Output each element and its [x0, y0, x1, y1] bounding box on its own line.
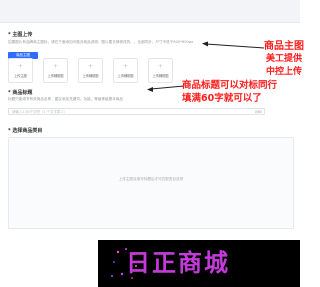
slot-label: 上传辅助图 — [47, 73, 64, 78]
store-logo: 日正商城 — [98, 240, 300, 287]
annotation-main-image-line1: 商品主图 — [264, 41, 304, 52]
slot-label: 上传主图 — [14, 73, 27, 78]
plus-icon: + — [122, 62, 129, 70]
upload-aux-image-slot[interactable]: + 上传辅助图 — [148, 58, 173, 83]
main-image-section-title: * 主图上传 — [8, 32, 33, 38]
plus-icon: + — [157, 62, 164, 70]
product-title-counter: 0/60 — [254, 109, 262, 114]
plus-icon: + — [17, 62, 24, 70]
upload-aux-image-slot[interactable]: + 上传辅助图 — [78, 58, 103, 83]
product-title-input[interactable]: 请输入1-60个字符（1 个文字算 2） 0/60 — [8, 108, 265, 115]
plus-icon: + — [87, 62, 94, 70]
annotation-arrow-1 — [202, 41, 265, 49]
main-image-description: 如果图片有品牌商主图标，请在下面添加可做对商品说明、图片要去掉修改的。。全部同步… — [8, 40, 194, 44]
annotation-arrow-2 — [147, 85, 185, 92]
annotation-product-title-line2: 填满60字就可以了 — [182, 93, 262, 104]
upload-aux-image-slot[interactable]: + 上传辅助图 — [43, 58, 68, 83]
top-bar — [0, 0, 300, 23]
slot-label: 上传辅助图 — [152, 73, 169, 78]
category-section-title: * 选择商品类目 — [8, 128, 43, 134]
upload-aux-image-slot[interactable]: + 上传辅助图 — [113, 58, 138, 83]
product-title-section-title: * 商品标题 — [8, 90, 33, 96]
annotation-main-image-line2: 美工提供 — [266, 54, 303, 64]
upload-main-image-slot[interactable]: + 上传主图 — [8, 58, 33, 83]
slot-label: 上传辅助图 — [117, 73, 134, 78]
slot-label: 上传辅助图 — [82, 73, 99, 78]
logo-text: 日正商城 — [126, 249, 230, 277]
product-title-description: 标题只能填写有效商品名称，建议添加关键词。功能、等级等级基本商品 — [8, 97, 123, 101]
plus-icon: + — [52, 62, 59, 70]
category-selector[interactable]: 上传主图及填写标题后才可匹配类目选项 — [8, 137, 294, 229]
annotation-product-title-line1: 商品标题可以对标同行 — [182, 80, 278, 91]
product-title-placeholder: 请输入1-60个字符（1 个文字算 2） — [12, 110, 67, 114]
annotation-main-image-line3: 中控上传 — [266, 67, 303, 77]
category-hint: 上传主图及填写标题后才可匹配类目选项 — [118, 177, 184, 181]
